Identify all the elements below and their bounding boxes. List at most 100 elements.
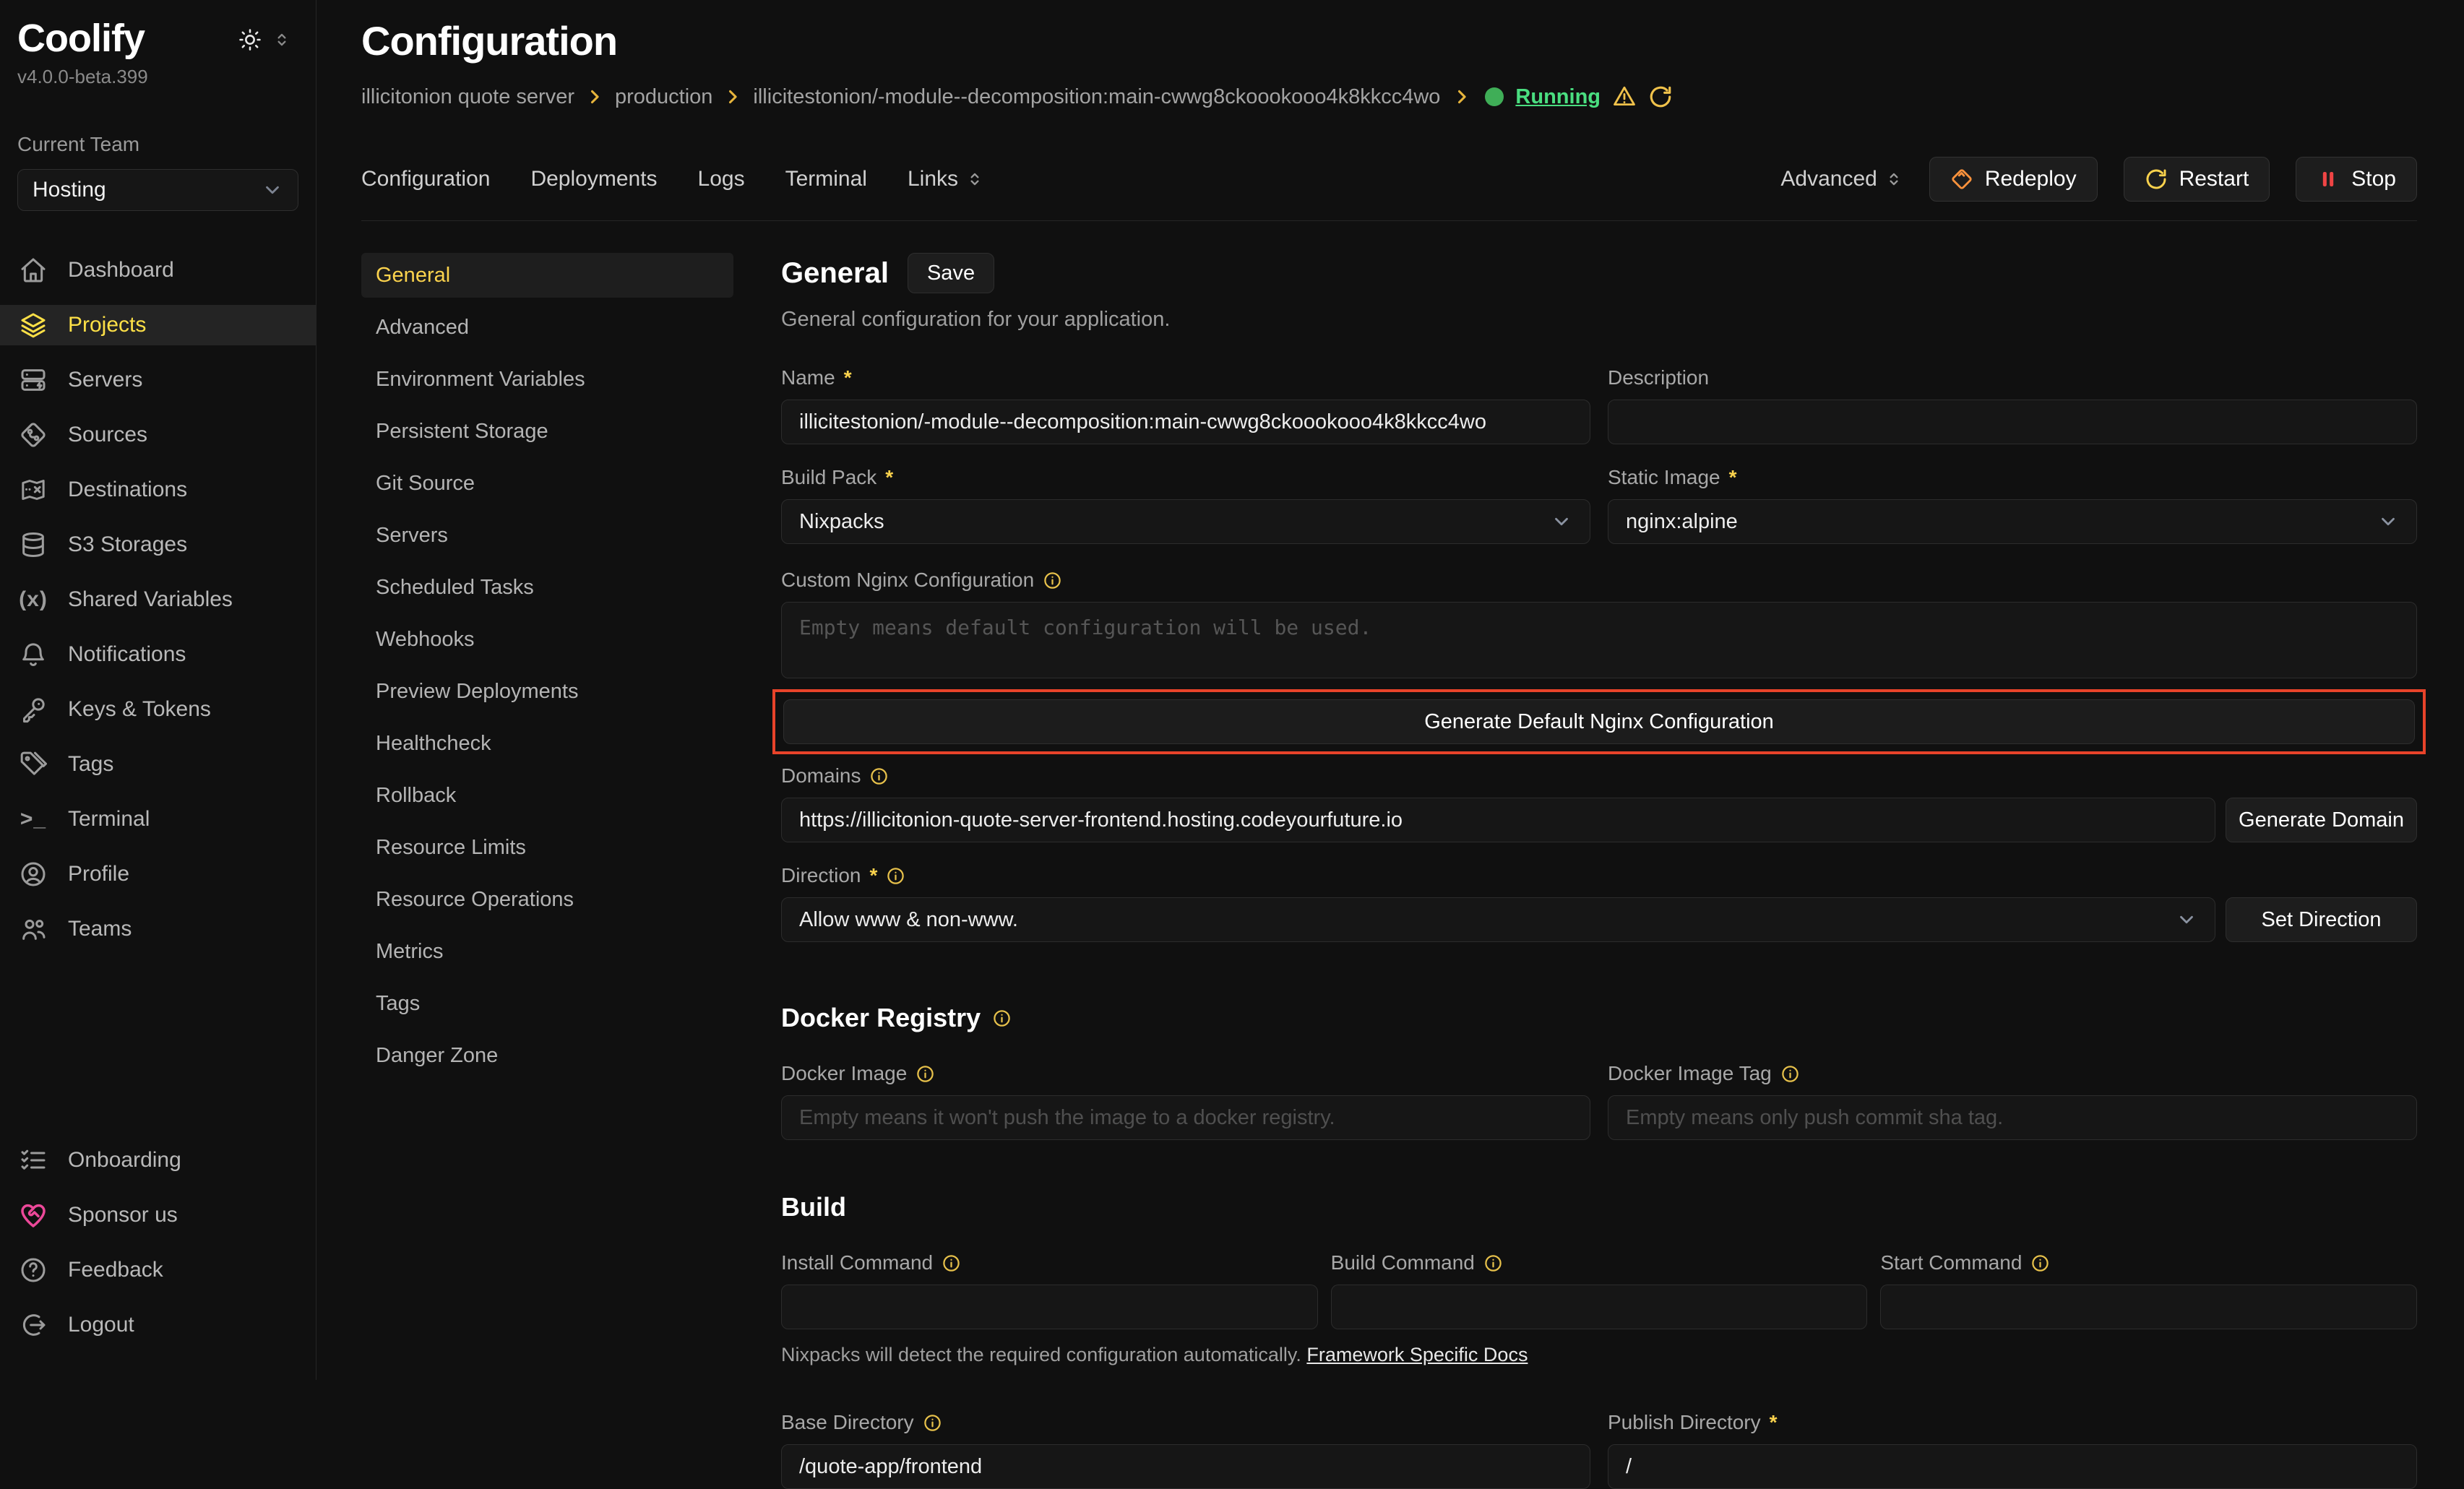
database-icon: [19, 530, 48, 559]
tab-logs[interactable]: Logs: [698, 167, 745, 191]
generate-domain-button[interactable]: Generate Domain: [2226, 798, 2417, 842]
custom-nginx-label: Custom Nginx Configuration: [781, 569, 1034, 592]
info-icon[interactable]: [1780, 1064, 1800, 1084]
docker-image-tag-input[interactable]: [1608, 1095, 2417, 1140]
build-command-input[interactable]: [1331, 1285, 1868, 1329]
sidebar-item-shared-variables[interactable]: (x) Shared Variables: [0, 579, 316, 620]
redeploy-icon: [1950, 168, 1973, 191]
generate-nginx-button[interactable]: Generate Default Nginx Configuration: [783, 699, 2415, 744]
info-icon[interactable]: [1483, 1253, 1503, 1273]
status-running-link[interactable]: Running: [1515, 85, 1601, 109]
sidebar-item-keys-tokens[interactable]: Keys & Tokens: [0, 689, 316, 730]
breadcrumb-item-illicitonion-quote-server[interactable]: illicitonion quote server: [361, 85, 615, 109]
layers-icon: [19, 311, 48, 340]
subnav-item-servers[interactable]: Servers: [361, 513, 733, 558]
sidebar-item-projects[interactable]: Projects: [0, 305, 316, 345]
tab-deployments[interactable]: Deployments: [530, 167, 657, 191]
sidebar-item-onboarding[interactable]: Onboarding: [0, 1140, 316, 1181]
docker-image-label: Docker Image: [781, 1062, 907, 1085]
publish-directory-input[interactable]: [1608, 1444, 2417, 1489]
info-icon[interactable]: [1043, 571, 1062, 590]
sidebar-item-destinations[interactable]: Destinations: [0, 470, 316, 510]
stop-button[interactable]: Stop: [2296, 157, 2417, 202]
docker-image-input[interactable]: [781, 1095, 1590, 1140]
subnav-item-rollback[interactable]: Rollback: [361, 773, 733, 818]
info-icon[interactable]: [886, 866, 905, 886]
description-input[interactable]: [1608, 400, 2417, 444]
subnav-item-webhooks[interactable]: Webhooks: [361, 617, 733, 662]
sidebar-item-notifications[interactable]: Notifications: [0, 634, 316, 675]
sidebar-item-label: Projects: [68, 313, 146, 337]
breadcrumb-item-production[interactable]: production: [615, 85, 753, 109]
sidebar-item-tags[interactable]: Tags: [0, 744, 316, 785]
subnav-item-danger-zone[interactable]: Danger Zone: [361, 1033, 733, 1078]
sidebar-item-sponsor-us[interactable]: Sponsor us: [0, 1195, 316, 1235]
build-command-label: Build Command: [1331, 1251, 1475, 1274]
set-direction-button[interactable]: Set Direction: [2226, 897, 2417, 942]
subnav-item-healthcheck[interactable]: Healthcheck: [361, 721, 733, 766]
sidebar-item-terminal[interactable]: >_ Terminal: [0, 799, 316, 840]
theme-sun-icon[interactable]: [238, 27, 262, 52]
chevron-down-icon: [262, 179, 283, 201]
sidebar-item-sources[interactable]: Sources: [0, 415, 316, 455]
sidebar-item-dashboard[interactable]: Dashboard: [0, 250, 316, 290]
subnav-item-resource-limits[interactable]: Resource Limits: [361, 825, 733, 870]
advanced-dropdown[interactable]: Advanced: [1780, 167, 1903, 191]
subnav-item-label: Tags: [376, 992, 420, 1016]
subnav-item-environment-variables[interactable]: Environment Variables: [361, 357, 733, 402]
sidebar-item-profile[interactable]: Profile: [0, 854, 316, 894]
help-circle-icon: [19, 1256, 48, 1285]
subnav-item-git-source[interactable]: Git Source: [361, 461, 733, 506]
sidebar-item-teams[interactable]: Teams: [0, 909, 316, 949]
toolbar: Configuration Deployments Logs Terminal: [361, 157, 2417, 221]
install-command-input[interactable]: [781, 1285, 1318, 1329]
tab-links[interactable]: Links: [908, 167, 984, 191]
static-image-select[interactable]: nginx:alpine: [1608, 499, 2417, 544]
sidebar-item-label: Tags: [68, 752, 113, 777]
sidebar-item-s3-storages[interactable]: S3 Storages: [0, 525, 316, 565]
subnav-item-general[interactable]: General: [361, 253, 733, 298]
info-icon[interactable]: [916, 1064, 935, 1084]
custom-nginx-textarea[interactable]: [781, 602, 2417, 678]
redeploy-button[interactable]: Redeploy: [1929, 157, 2098, 202]
info-icon[interactable]: [942, 1253, 961, 1273]
info-icon[interactable]: [869, 767, 889, 786]
warning-icon[interactable]: [1612, 85, 1637, 109]
info-icon[interactable]: [2030, 1253, 2050, 1273]
restart-button[interactable]: Restart: [2124, 157, 2270, 202]
refresh-status-icon[interactable]: [1648, 85, 1673, 109]
subnav-item-scheduled-tasks[interactable]: Scheduled Tasks: [361, 565, 733, 610]
required-asterisk: *: [844, 366, 852, 389]
subnav-item-tags[interactable]: Tags: [361, 981, 733, 1026]
breadcrumb-item-label: illicitonion quote server: [361, 85, 574, 109]
theme-selector-chevrons-icon[interactable]: [272, 30, 291, 49]
framework-docs-link[interactable]: Framework Specific Docs: [1306, 1344, 1528, 1365]
team-select[interactable]: Hosting: [17, 169, 298, 211]
breadcrumb-item-illicitestonion-module-decomposition-main-cwwg8ckoookooo4k8kkcc4wo[interactable]: illicitestonion/-module--decomposition:m…: [753, 85, 1440, 109]
subnav-item-metrics[interactable]: Metrics: [361, 929, 733, 974]
sidebar-item-servers[interactable]: Servers: [0, 360, 316, 400]
user-circle-icon: [19, 860, 48, 889]
config-subnav: General Advanced Environment Variables P…: [361, 253, 733, 1085]
subnav-item-advanced[interactable]: Advanced: [361, 305, 733, 350]
install-command-label: Install Command: [781, 1251, 933, 1274]
start-command-input[interactable]: [1880, 1285, 2417, 1329]
sidebar-item-label: Destinations: [68, 478, 187, 502]
name-label: Name: [781, 366, 835, 389]
direction-select[interactable]: Allow www & non-www.: [781, 897, 2215, 942]
sidebar-item-feedback[interactable]: Feedback: [0, 1250, 316, 1290]
subnav-item-persistent-storage[interactable]: Persistent Storage: [361, 409, 733, 454]
sidebar-item-logout[interactable]: Logout: [0, 1305, 316, 1345]
base-directory-input[interactable]: [781, 1444, 1590, 1489]
subnav-item-resource-operations[interactable]: Resource Operations: [361, 877, 733, 922]
tab-configuration[interactable]: Configuration: [361, 167, 490, 191]
save-button[interactable]: Save: [908, 253, 994, 293]
subnav-item-label: Environment Variables: [376, 368, 585, 392]
subnav-item-preview-deployments[interactable]: Preview Deployments: [361, 669, 733, 714]
tab-terminal[interactable]: Terminal: [785, 167, 867, 191]
info-icon[interactable]: [923, 1413, 942, 1433]
build-pack-select[interactable]: Nixpacks: [781, 499, 1590, 544]
info-icon[interactable]: [992, 1009, 1012, 1028]
domains-input[interactable]: [781, 798, 2215, 842]
name-input[interactable]: [781, 400, 1590, 444]
